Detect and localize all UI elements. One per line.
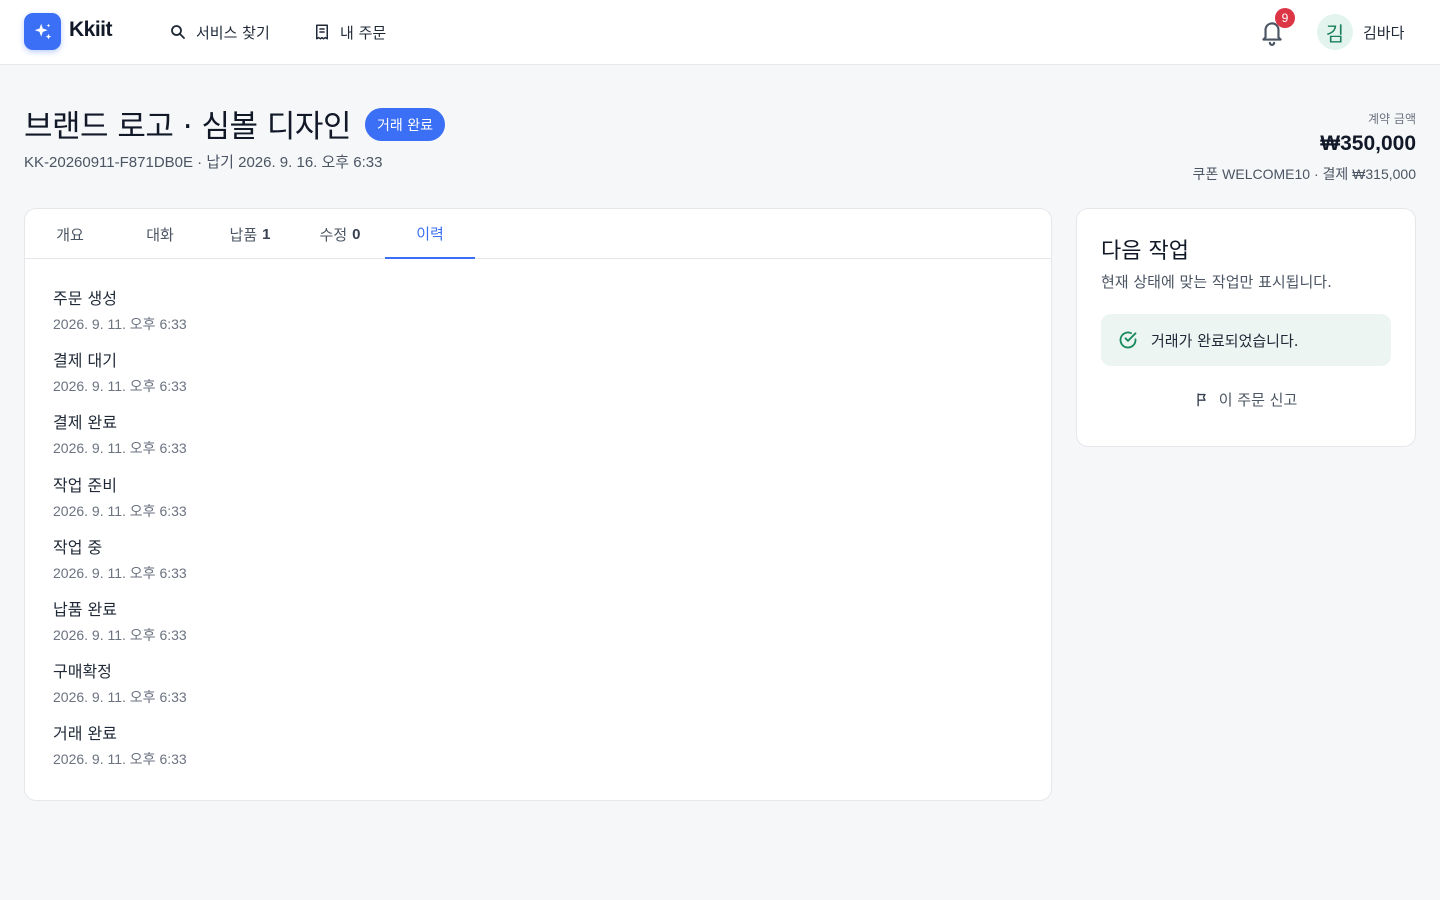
history-event-time: 2026. 9. 11. 오후 6:33: [53, 502, 187, 519]
check-circle-icon: [1119, 331, 1137, 349]
tab-revisions-count: 0: [352, 225, 361, 243]
contract-amount: ₩350,000: [1320, 132, 1416, 155]
report-order-label: 이 주문 신고: [1218, 391, 1298, 409]
avatar[interactable]: 김: [1317, 14, 1353, 50]
tab-deliveries-count: 1: [262, 225, 271, 243]
history-event-title: 결제 완료: [53, 413, 117, 433]
nav-my-orders-label: 내 주문: [340, 23, 387, 42]
history-event-time: 2026. 9. 11. 오후 6:33: [53, 626, 187, 643]
history-event-title: 작업 준비: [53, 475, 117, 495]
list-item: 결제 대기 2026. 9. 11. 오후 6:33: [53, 350, 187, 412]
tab-history[interactable]: 이력: [385, 209, 475, 259]
history-list: 주문 생성 2026. 9. 11. 오후 6:33 결제 대기 2026. 9…: [53, 288, 187, 786]
tab-chat[interactable]: 대화: [115, 209, 205, 259]
history-event-time: 2026. 9. 11. 오후 6:33: [53, 440, 187, 457]
tab-history-label: 이력: [416, 224, 444, 243]
notification-badge: 9: [1275, 8, 1295, 28]
page-title: 브랜드 로고 · 심볼 디자인: [24, 109, 351, 145]
status-badge: 거래 완료: [365, 108, 445, 141]
tab-revisions-label: 수정: [319, 225, 348, 244]
history-event-title: 주문 생성: [53, 289, 117, 308]
tab-overview-label: 개요: [56, 225, 84, 244]
report-order-button[interactable]: 이 주문 신고: [1077, 389, 1415, 410]
next-action-description: 현재 상태에 맞는 작업만 표시됩니다.: [1101, 273, 1332, 291]
history-event-time: 2026. 9. 11. 오후 6:33: [53, 564, 187, 581]
list-item: 작업 준비 2026. 9. 11. 오후 6:33: [53, 475, 187, 537]
flag-icon: [1197, 393, 1206, 407]
receipt-icon: [316, 24, 328, 40]
nav-my-orders[interactable]: 내 주문: [313, 20, 386, 44]
history-event-time: 2026. 9. 11. 오후 6:33: [53, 751, 187, 768]
tab-chat-label: 대화: [146, 225, 174, 244]
order-meta: KK-20260911-F871DB0E · 납기 2026. 9. 16. 오…: [24, 154, 383, 171]
tab-deliveries-label: 납품: [229, 225, 258, 244]
next-action-title: 다음 작업: [1101, 239, 1189, 264]
contract-amount-label: 계약 금액: [1368, 112, 1416, 126]
history-event-title: 납품 완료: [53, 599, 117, 619]
history-event-title: 거래 완료: [53, 724, 117, 744]
search-icon: [171, 25, 185, 39]
coupon-payment-info: 쿠폰 WELCOME10 · 결제 ₩315,000: [1192, 166, 1416, 182]
history-event-time: 2026. 9. 11. 오후 6:33: [53, 378, 187, 395]
list-item: 구매확정 2026. 9. 11. 오후 6:33: [53, 661, 187, 723]
top-navigation-bar: Kkiit 서비스 찾기 내 주문 9 김 김바다: [0, 0, 1440, 65]
history-event-time: 2026. 9. 11. 오후 6:33: [53, 689, 187, 706]
history-event-time: 2026. 9. 11. 오후 6:33: [53, 316, 187, 332]
history-event-title: 작업 중: [53, 537, 103, 557]
brand-name[interactable]: Kkiit: [69, 18, 113, 42]
list-item: 납품 완료 2026. 9. 11. 오후 6:33: [53, 599, 187, 661]
history-event-title: 구매확정: [53, 662, 112, 682]
nav-find-services[interactable]: 서비스 찾기: [169, 20, 270, 44]
order-detail-card: 개요 대화 납품 1 수정 0 이력 주문 생성 2026. 9. 11. 오후 6…: [24, 208, 1052, 801]
tab-revisions[interactable]: 수정 0: [295, 209, 385, 259]
list-item: 작업 중 2026. 9. 11. 오후 6:33: [53, 537, 187, 599]
tab-bar: 개요 대화 납품 1 수정 0 이력: [25, 209, 1051, 259]
nav-find-services-label: 서비스 찾기: [196, 23, 270, 42]
completion-notice: 거래가 완료되었습니다.: [1101, 314, 1391, 366]
completion-message: 거래가 완료되었습니다.: [1151, 331, 1299, 350]
list-item: 주문 생성 2026. 9. 11. 오후 6:33: [53, 288, 187, 350]
next-action-card: 다음 작업 현재 상태에 맞는 작업만 표시됩니다. 거래가 완료되었습니다. …: [1076, 208, 1416, 447]
list-item: 결제 완료 2026. 9. 11. 오후 6:33: [53, 412, 187, 474]
user-name[interactable]: 김바다: [1363, 22, 1404, 43]
sparkle-logo-icon[interactable]: [24, 13, 61, 50]
list-item: 거래 완료 2026. 9. 11. 오후 6:33: [53, 723, 187, 785]
history-event-title: 결제 대기: [53, 351, 117, 371]
tab-overview[interactable]: 개요: [25, 209, 115, 259]
tab-deliveries[interactable]: 납품 1: [205, 209, 295, 259]
